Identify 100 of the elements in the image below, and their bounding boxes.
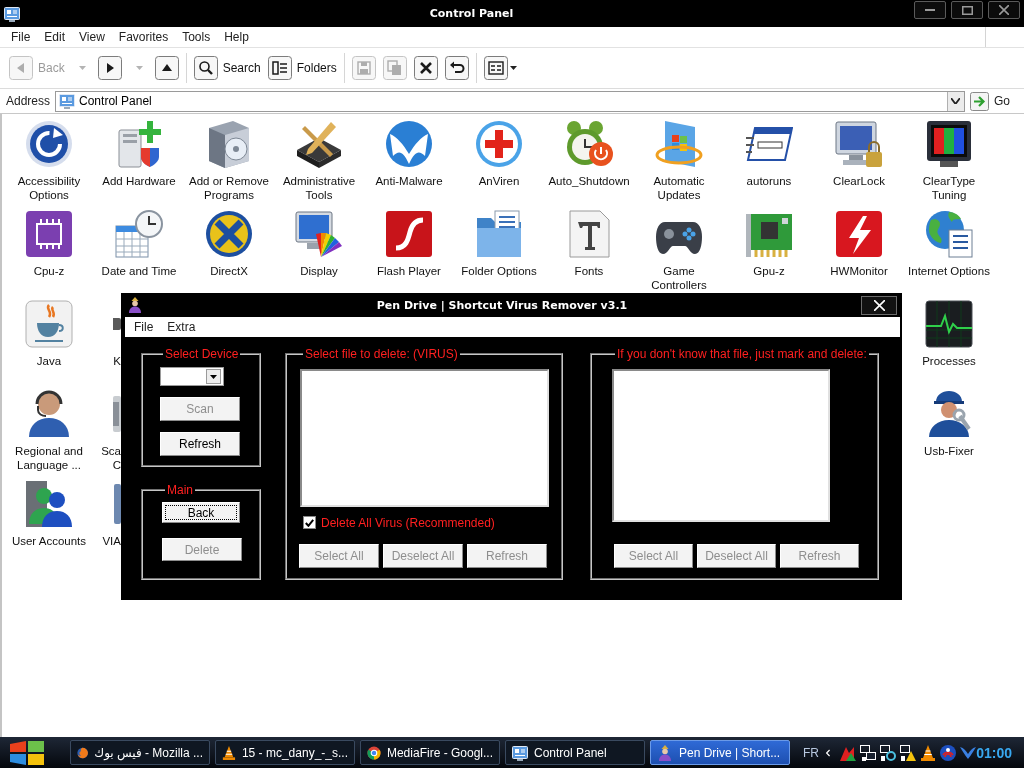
close-button[interactable] xyxy=(988,1,1020,19)
chip-icon[interactable] xyxy=(25,210,73,258)
taskbar-button[interactable]: فيس بوك - Mozilla ... xyxy=(70,740,210,765)
applet-label[interactable]: Administrative Tools xyxy=(274,174,364,202)
toolbox-pen-icon[interactable] xyxy=(295,120,343,168)
flag-panel-icon[interactable] xyxy=(655,120,703,168)
caret-icon xyxy=(78,66,86,70)
cross-icon xyxy=(413,56,438,80)
menu-item[interactable]: File xyxy=(4,27,38,47)
traffic-cone-icon[interactable] xyxy=(920,744,937,761)
applet-label[interactable]: Cpu-z xyxy=(4,264,94,278)
applet-label[interactable]: Anti-Malware xyxy=(364,174,454,188)
applet-label[interactable]: HWMonitor xyxy=(814,264,904,278)
panel-window-icon xyxy=(3,5,21,22)
taskbar-button[interactable]: Pen Drive | Short... xyxy=(650,740,790,765)
menu-item[interactable]: Extra xyxy=(160,317,203,337)
signal-disc-icon[interactable] xyxy=(940,744,957,761)
close-icon xyxy=(999,5,1009,15)
delete-button[interactable] xyxy=(413,56,438,80)
figure-icon xyxy=(657,744,673,761)
language-indicator[interactable]: FR xyxy=(803,745,819,760)
applet-label[interactable]: Game Controllers xyxy=(634,264,724,292)
group-title: Select file to delete: (VIRUS) xyxy=(304,347,459,361)
applet-label[interactable]: Gpu-z xyxy=(724,264,814,278)
up-button[interactable] xyxy=(154,56,179,80)
forward-button[interactable] xyxy=(97,56,122,80)
minimize-button[interactable] xyxy=(914,1,946,19)
applet-label[interactable]: Folder Options xyxy=(454,264,544,278)
applet-label[interactable]: Automatic Updates xyxy=(634,174,724,202)
applet-label[interactable]: VIA xyxy=(102,534,121,548)
computer-alert-icon[interactable] xyxy=(900,744,917,761)
applet-label[interactable]: User Accounts xyxy=(4,534,94,548)
arrow-up-icon xyxy=(154,56,179,80)
computer-pair-icon[interactable] xyxy=(860,744,877,761)
taskbar-button[interactable]: MediaFire - Googl... xyxy=(360,740,500,765)
computer-refresh-icon[interactable] xyxy=(880,744,897,761)
applet-label[interactable]: Add Hardware xyxy=(94,174,184,188)
swoosh-tile-icon[interactable] xyxy=(385,210,433,258)
file-list[interactable] xyxy=(300,369,549,507)
start-button[interactable] xyxy=(10,740,44,765)
monitor-palette-icon[interactable] xyxy=(295,210,343,258)
maximize-button[interactable] xyxy=(951,1,983,19)
applet-label[interactable]: K xyxy=(113,354,121,368)
lightning-tile-icon[interactable] xyxy=(835,210,883,258)
bird-icon[interactable] xyxy=(960,746,977,759)
search-button[interactable]: Search xyxy=(193,56,261,80)
applet-label[interactable]: Sca C xyxy=(101,444,121,472)
taskbar-button[interactable]: 15 - mc_dany_-_s... xyxy=(215,740,355,765)
x-disc-icon[interactable] xyxy=(205,210,253,258)
applet-label[interactable]: DirectX xyxy=(184,264,274,278)
checkbox[interactable] xyxy=(303,516,316,529)
globe-list-icon[interactable] xyxy=(925,210,973,258)
applet-label[interactable]: Java xyxy=(4,354,94,368)
panes-icon xyxy=(267,56,292,80)
views-button[interactable] xyxy=(483,56,517,80)
menu-item[interactable]: File xyxy=(127,317,161,337)
monitor-lock-icon[interactable] xyxy=(835,120,883,168)
taskbar-button[interactable]: Control Panel xyxy=(505,740,645,765)
back-button[interactable]: Back xyxy=(162,502,240,523)
address-field[interactable]: Control Panel xyxy=(55,90,965,112)
applet-label[interactable]: Auto_Shutdown xyxy=(544,174,634,188)
calendar-clock-icon[interactable] xyxy=(115,210,163,258)
device-dropdown[interactable] xyxy=(160,367,224,386)
checkbox-label[interactable]: Delete All Virus (Recommended) xyxy=(321,515,495,530)
menu-item[interactable]: Edit xyxy=(37,27,73,47)
applet-label[interactable]: AnViren xyxy=(454,174,544,188)
close-button[interactable] xyxy=(861,296,897,315)
file-list[interactable] xyxy=(612,369,830,522)
applet-label[interactable]: autoruns xyxy=(724,174,814,188)
menu-item[interactable]: View xyxy=(72,27,112,47)
menu-item[interactable]: Tools xyxy=(175,27,218,47)
monitor-stripes-icon[interactable] xyxy=(925,120,973,168)
clock[interactable]: 01:00 xyxy=(976,744,1012,761)
folder-document-icon[interactable] xyxy=(475,210,523,258)
applet-label[interactable]: Add or Remove Programs xyxy=(184,174,274,202)
undo-button[interactable] xyxy=(444,56,469,80)
cross-disc-icon[interactable] xyxy=(475,120,523,168)
folders-button[interactable]: Folders xyxy=(267,56,337,80)
go-button[interactable]: Go xyxy=(965,91,1020,111)
users-icon[interactable] xyxy=(25,480,73,528)
applet-label[interactable]: Flash Player xyxy=(364,264,454,278)
pulse-monitor-icon[interactable] xyxy=(925,300,973,348)
menu-item[interactable]: Help xyxy=(217,27,256,47)
applet-label[interactable]: Regional and Language ... xyxy=(4,444,94,472)
emblem-icon[interactable] xyxy=(385,120,433,168)
applet-label[interactable]: Accessibility Options xyxy=(4,174,94,202)
tower-plus-icon[interactable] xyxy=(115,120,163,168)
applet-label[interactable]: Processes xyxy=(904,354,994,368)
alarm-clock-icon[interactable] xyxy=(565,120,613,168)
applet-label[interactable]: Display xyxy=(274,264,364,278)
applet-label[interactable]: Fonts xyxy=(544,264,634,278)
address-dropdown-button[interactable] xyxy=(947,91,964,111)
coffee-cup-icon[interactable] xyxy=(25,300,73,348)
refresh-button[interactable]: Refresh xyxy=(160,432,240,456)
applet-label[interactable]: Date and Time xyxy=(94,264,184,278)
applet-label[interactable]: ClearType Tuning xyxy=(904,174,994,202)
applet-label[interactable]: ClearLock xyxy=(814,174,904,188)
applet-label[interactable]: Internet Options xyxy=(904,264,994,278)
applet-label[interactable]: Usb-Fixer xyxy=(904,444,994,458)
menu-item[interactable]: Favorites xyxy=(111,27,176,47)
